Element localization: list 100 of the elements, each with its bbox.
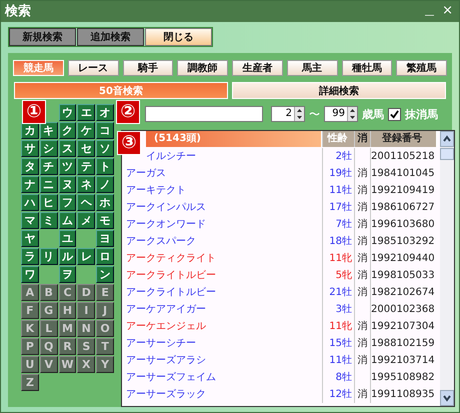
kana-key[interactable]: ラ [21, 248, 39, 265]
kana-key[interactable]: ケ [77, 122, 96, 139]
toolbar-button[interactable]: 閉じる [145, 28, 212, 46]
category-tab[interactable]: 調教師 [177, 60, 228, 76]
age-to-spinner[interactable]: 99 [324, 106, 358, 122]
kana-key[interactable]: ユ [58, 230, 76, 247]
category-tab[interactable]: 騎手 [122, 60, 174, 76]
letter-key[interactable]: J [96, 302, 114, 319]
kana-key[interactable]: フ [58, 194, 76, 211]
letter-key[interactable]: N [77, 320, 96, 337]
horse-row[interactable]: アークオンワード 7牡 消 1996103680 [122, 216, 438, 233]
kana-key[interactable]: ヒ [40, 194, 58, 211]
letter-key[interactable]: V [40, 356, 58, 373]
kana-key[interactable]: ヨ [96, 230, 114, 247]
scrollbar[interactable] [440, 131, 454, 406]
kana-key[interactable]: ヘ [77, 194, 96, 211]
kana-key[interactable]: ヤ [21, 230, 39, 247]
kana-key[interactable]: サ [21, 140, 39, 157]
kana-key[interactable]: ス [58, 140, 76, 157]
kana-key[interactable]: モ [96, 212, 114, 229]
retired-checkbox[interactable] [388, 108, 401, 120]
category-tab[interactable]: 種牡馬 [342, 60, 392, 76]
horse-row[interactable]: アーガス 19牡 消 1984101045 [122, 165, 438, 182]
close-button[interactable]: × [440, 3, 455, 20]
kana-key[interactable]: キ [40, 122, 58, 139]
letter-key[interactable]: T [96, 338, 114, 355]
letter-key[interactable]: E [96, 284, 114, 301]
kana-key[interactable]: ワ [21, 266, 39, 283]
kana-key[interactable]: ク [58, 122, 76, 139]
kana-key[interactable]: テ [77, 158, 96, 175]
kana-key[interactable]: ト [96, 158, 114, 175]
minimize-button[interactable]: ＿ [421, 3, 438, 20]
kana-key[interactable]: ツ [58, 158, 76, 175]
letter-key[interactable]: H [58, 302, 76, 319]
spin-arrows-icon[interactable] [347, 107, 357, 121]
horse-row[interactable]: アーサーズアラシ 11牡 消 1992103714 [122, 352, 438, 369]
column-header[interactable]: 登録番号 [371, 131, 437, 147]
age-from-spinner[interactable]: 2 [271, 106, 305, 122]
kana-key[interactable]: ハ [21, 194, 39, 211]
horse-row[interactable]: アーサーシチー 15牡 消 1988102159 [122, 335, 438, 352]
category-tab[interactable]: 繁殖馬 [396, 60, 447, 76]
kana-key[interactable]: チ [40, 158, 58, 175]
letter-key[interactable]: D [77, 284, 96, 301]
letter-key[interactable]: W [58, 356, 76, 373]
horse-row[interactable]: アークインパルス 17牡 消 1986106727 [122, 199, 438, 216]
horse-row[interactable]: アーケエンジェル 11牝 消 1992107304 [122, 318, 438, 335]
kana-key[interactable]: ン [96, 266, 114, 283]
letter-key[interactable]: S [77, 338, 96, 355]
horse-row[interactable]: アーサーズフェイム 8牡 1995108982 [122, 369, 438, 386]
kana-key[interactable]: ミ [40, 212, 58, 229]
letter-key[interactable]: O [96, 320, 114, 337]
letter-key[interactable]: M [58, 320, 76, 337]
kana-key[interactable]: セ [77, 140, 96, 157]
letter-key[interactable]: R [58, 338, 76, 355]
horse-row[interactable]: アーキテクト 11牡 消 1992109419 [122, 182, 438, 199]
kana-key[interactable]: メ [77, 212, 96, 229]
kana-key[interactable]: シ [40, 140, 58, 157]
spin-arrows-icon[interactable] [294, 107, 304, 121]
category-tab[interactable]: レース [68, 60, 118, 76]
letter-key[interactable]: I [77, 302, 96, 319]
column-header[interactable]: 消 [355, 131, 371, 147]
letter-key[interactable]: K [21, 320, 39, 337]
kana-key[interactable]: オ [96, 104, 114, 121]
letter-key[interactable]: A [21, 284, 39, 301]
letter-key[interactable]: B [40, 284, 58, 301]
letter-key[interactable]: P [21, 338, 39, 355]
horse-row[interactable]: アークスパーク 18牡 消 1985103292 [122, 233, 438, 250]
kana-key[interactable]: ヌ [58, 176, 76, 193]
kana-key[interactable]: マ [21, 212, 39, 229]
kana-key[interactable]: ム [58, 212, 76, 229]
kana-key[interactable]: ナ [21, 176, 39, 193]
letter-key[interactable]: Y [96, 356, 114, 373]
search-mode-tab[interactable]: 詳細検索 [232, 82, 446, 99]
letter-key[interactable]: X [77, 356, 96, 373]
kana-key[interactable]: コ [96, 122, 114, 139]
kana-key[interactable]: ノ [96, 176, 114, 193]
kana-key[interactable]: ニ [40, 176, 58, 193]
horse-row[interactable]: アーサーズラック 12牡 消 1991108935 [122, 386, 438, 403]
letter-key[interactable]: U [21, 356, 39, 373]
toolbar-button[interactable]: 追加検索 [77, 28, 144, 46]
category-tab[interactable]: 馬主 [286, 60, 338, 76]
scroll-thumb[interactable] [440, 148, 454, 160]
kana-key[interactable]: ソ [96, 140, 114, 157]
search-field[interactable] [145, 106, 263, 122]
horse-row[interactable]: アークライトルビー 21牡 消 1982102674 [122, 284, 438, 301]
horse-row[interactable]: アーケアアイガー 3牡 2000102368 [122, 301, 438, 318]
scroll-up-button[interactable] [440, 131, 454, 147]
letter-key[interactable]: F [21, 302, 39, 319]
letter-key[interactable]: Q [40, 338, 58, 355]
kana-key[interactable]: エ [77, 104, 96, 121]
kana-key[interactable]: タ [21, 158, 39, 175]
kana-key[interactable]: ウ [58, 104, 76, 121]
letter-key[interactable]: G [40, 302, 58, 319]
kana-key[interactable]: リ [40, 248, 58, 265]
kana-key[interactable]: ホ [96, 194, 114, 211]
letter-key[interactable]: C [58, 284, 76, 301]
toolbar-button[interactable]: 新規検索 [9, 28, 76, 46]
kana-key[interactable]: ル [58, 248, 76, 265]
kana-key[interactable]: ヲ [58, 266, 76, 283]
letter-key[interactable]: L [40, 320, 58, 337]
